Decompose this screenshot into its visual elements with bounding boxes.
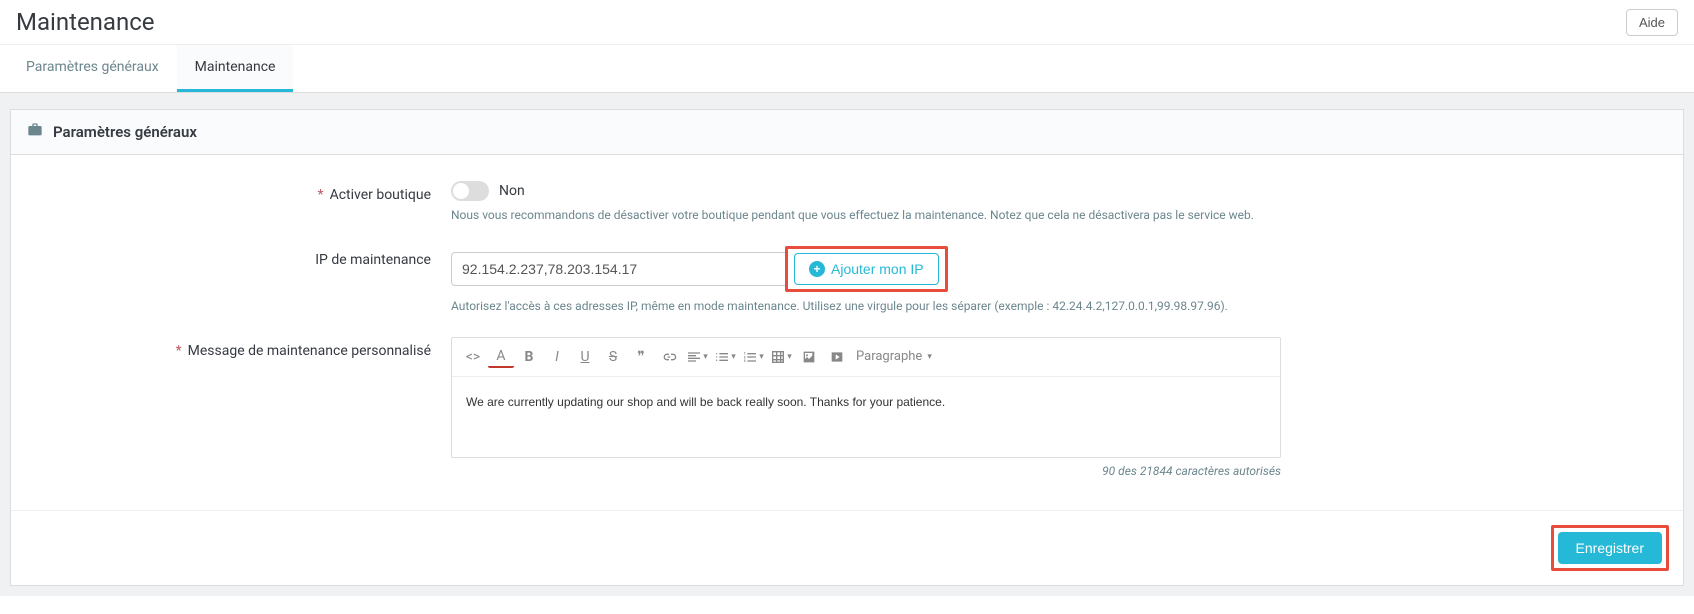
- enable-shop-value: Non: [499, 183, 525, 199]
- enable-shop-label: Activer boutique: [41, 181, 451, 203]
- maintenance-ip-hint: Autorisez l'accès à ces adresses IP, mêm…: [451, 298, 1281, 315]
- video-icon[interactable]: [824, 344, 850, 370]
- image-icon[interactable]: [796, 344, 822, 370]
- strikethrough-icon[interactable]: S: [600, 344, 626, 370]
- text-color-icon[interactable]: A: [488, 346, 514, 368]
- editor-toolbar: <> A B I U S ❞ ▾ ▾ ▾ ▾: [452, 338, 1280, 377]
- add-my-ip-button[interactable]: + Ajouter mon IP: [794, 253, 939, 285]
- source-code-icon[interactable]: <>: [460, 344, 486, 370]
- italic-icon[interactable]: I: [544, 344, 570, 370]
- maintenance-ip-label: IP de maintenance: [41, 246, 451, 268]
- bold-icon[interactable]: B: [516, 344, 542, 370]
- add-ip-highlight: + Ajouter mon IP: [785, 246, 948, 292]
- maintenance-ip-input[interactable]: [451, 252, 786, 286]
- panel-header: Paramètres généraux: [11, 110, 1683, 155]
- underline-icon[interactable]: U: [572, 344, 598, 370]
- paragraph-format-select[interactable]: Paragraphe ▾: [852, 347, 936, 366]
- panel-title: Paramètres généraux: [53, 123, 197, 141]
- link-icon[interactable]: [656, 344, 682, 370]
- briefcase-icon: [27, 122, 43, 142]
- enable-shop-toggle[interactable]: [451, 181, 489, 201]
- bullet-list-icon[interactable]: ▾: [712, 344, 738, 370]
- tab-general[interactable]: Paramètres généraux: [8, 45, 177, 92]
- save-button[interactable]: Enregistrer: [1558, 532, 1662, 564]
- enable-shop-hint: Nous vous recommandons de désactiver vot…: [451, 207, 1281, 224]
- numbered-list-icon[interactable]: ▾: [740, 344, 766, 370]
- rich-text-editor: <> A B I U S ❞ ▾ ▾ ▾ ▾: [451, 337, 1281, 458]
- align-icon[interactable]: ▾: [684, 344, 710, 370]
- custom-message-label: Message de maintenance personnalisé: [41, 337, 451, 359]
- add-my-ip-label: Ajouter mon IP: [831, 261, 924, 277]
- help-button[interactable]: Aide: [1626, 9, 1678, 36]
- blockquote-icon[interactable]: ❞: [628, 344, 654, 370]
- plus-icon: +: [809, 261, 825, 277]
- settings-panel: Paramètres généraux Activer boutique Non…: [10, 109, 1684, 586]
- table-icon[interactable]: ▾: [768, 344, 794, 370]
- editor-content[interactable]: We are currently updating our shop and w…: [452, 377, 1280, 457]
- char-count: 90 des 21844 caractères autorisés: [451, 464, 1281, 478]
- page-title: Maintenance: [16, 8, 155, 36]
- panel-footer: Enregistrer: [11, 510, 1683, 585]
- tabs: Paramètres généraux Maintenance: [0, 45, 1694, 93]
- tab-maintenance[interactable]: Maintenance: [177, 45, 294, 92]
- save-highlight: Enregistrer: [1551, 525, 1669, 571]
